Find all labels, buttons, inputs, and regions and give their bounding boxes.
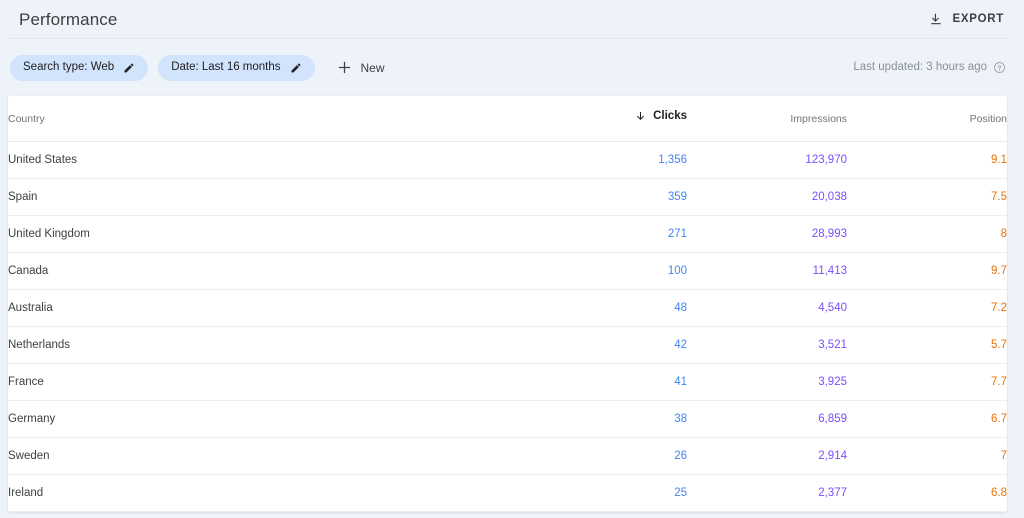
filter-chip-search-type[interactable]: Search type: Web bbox=[10, 55, 148, 81]
cell-impressions: 28,993 bbox=[687, 215, 847, 252]
add-new-filter-button[interactable]: New bbox=[331, 56, 391, 79]
cell-country[interactable]: Spain bbox=[8, 178, 508, 215]
cell-country[interactable]: Ireland bbox=[8, 474, 508, 511]
cell-impressions: 6,859 bbox=[687, 400, 847, 437]
export-button[interactable]: EXPORT bbox=[927, 8, 1007, 30]
cell-country[interactable]: Netherlands bbox=[8, 326, 508, 363]
help-circle-icon[interactable] bbox=[993, 61, 1006, 74]
cell-country[interactable]: France bbox=[8, 363, 508, 400]
filter-chip-group: Search type: Web Date: Last 16 months bbox=[10, 55, 315, 81]
cell-clicks: 100 bbox=[508, 252, 687, 289]
cell-clicks: 42 bbox=[508, 326, 687, 363]
cell-clicks: 38 bbox=[508, 400, 687, 437]
cell-position: 7.7 bbox=[847, 363, 1007, 400]
cell-impressions: 3,925 bbox=[687, 363, 847, 400]
page-header: Performance EXPORT bbox=[0, 0, 1024, 38]
cell-clicks: 1,356 bbox=[508, 141, 687, 178]
column-header-impressions[interactable]: Impressions bbox=[687, 96, 847, 141]
add-new-filter-label: New bbox=[361, 62, 385, 74]
cell-position: 5.7 bbox=[847, 326, 1007, 363]
cell-clicks: 359 bbox=[508, 178, 687, 215]
table-header: Country Clicks Impressions bbox=[8, 96, 1007, 141]
column-header-position-label: Position bbox=[970, 113, 1007, 125]
cell-clicks: 25 bbox=[508, 474, 687, 511]
cell-clicks: 41 bbox=[508, 363, 687, 400]
performance-table-card: Country Clicks Impressions bbox=[8, 96, 1007, 512]
cell-position: 9.7 bbox=[847, 252, 1007, 289]
column-header-clicks-label: Clicks bbox=[653, 110, 687, 122]
table-header-row: Country Clicks Impressions bbox=[8, 96, 1007, 141]
table-row[interactable]: Germany386,8596.7 bbox=[8, 400, 1007, 437]
table-row[interactable]: Netherlands423,5215.7 bbox=[8, 326, 1007, 363]
download-icon bbox=[929, 12, 943, 26]
cell-impressions: 4,540 bbox=[687, 289, 847, 326]
table-row[interactable]: Ireland252,3776.8 bbox=[8, 474, 1007, 511]
cell-country[interactable]: Australia bbox=[8, 289, 508, 326]
cell-impressions: 3,521 bbox=[687, 326, 847, 363]
column-header-position[interactable]: Position bbox=[847, 96, 1007, 141]
cell-position: 6.7 bbox=[847, 400, 1007, 437]
cell-country[interactable]: United States bbox=[8, 141, 508, 178]
filter-chip-date-label: Date: Last 16 months bbox=[171, 62, 280, 74]
cell-position: 9.1 bbox=[847, 141, 1007, 178]
table-row[interactable]: Spain35920,0387.5 bbox=[8, 178, 1007, 215]
cell-position: 8 bbox=[847, 215, 1007, 252]
filter-chip-date[interactable]: Date: Last 16 months bbox=[158, 55, 314, 81]
arrow-down-icon bbox=[635, 110, 647, 122]
cell-position: 7.5 bbox=[847, 178, 1007, 215]
table-body: United States1,356123,9709.1Spain35920,0… bbox=[8, 141, 1007, 511]
cell-impressions: 2,377 bbox=[687, 474, 847, 511]
cell-impressions: 20,038 bbox=[687, 178, 847, 215]
cell-country[interactable]: Canada bbox=[8, 252, 508, 289]
page-title: Performance bbox=[19, 11, 117, 28]
table-row[interactable]: United Kingdom27128,9938 bbox=[8, 215, 1007, 252]
cell-impressions: 123,970 bbox=[687, 141, 847, 178]
cell-clicks: 26 bbox=[508, 437, 687, 474]
table-row[interactable]: Sweden262,9147 bbox=[8, 437, 1007, 474]
column-header-clicks[interactable]: Clicks bbox=[508, 96, 687, 141]
plus-icon bbox=[337, 60, 352, 75]
column-header-country[interactable]: Country bbox=[8, 96, 508, 141]
cell-position: 6.8 bbox=[847, 474, 1007, 511]
pencil-icon[interactable] bbox=[290, 62, 302, 74]
export-label: EXPORT bbox=[953, 13, 1005, 25]
last-updated-text: Last updated: 3 hours ago bbox=[853, 62, 987, 74]
cell-impressions: 11,413 bbox=[687, 252, 847, 289]
table-row[interactable]: Australia484,5407.2 bbox=[8, 289, 1007, 326]
cell-clicks: 271 bbox=[508, 215, 687, 252]
cell-impressions: 2,914 bbox=[687, 437, 847, 474]
table-row[interactable]: Canada10011,4139.7 bbox=[8, 252, 1007, 289]
filter-chip-search-type-label: Search type: Web bbox=[23, 62, 114, 74]
table-row[interactable]: United States1,356123,9709.1 bbox=[8, 141, 1007, 178]
cell-country[interactable]: United Kingdom bbox=[8, 215, 508, 252]
filter-bar: Search type: Web Date: Last 16 months N bbox=[0, 39, 1024, 96]
table-row[interactable]: France413,9257.7 bbox=[8, 363, 1007, 400]
cell-position: 7.2 bbox=[847, 289, 1007, 326]
pencil-icon[interactable] bbox=[123, 62, 135, 74]
cell-country[interactable]: Germany bbox=[8, 400, 508, 437]
column-header-impressions-label: Impressions bbox=[790, 113, 847, 125]
last-updated: Last updated: 3 hours ago bbox=[853, 61, 1006, 74]
performance-table: Country Clicks Impressions bbox=[8, 96, 1007, 512]
cell-clicks: 48 bbox=[508, 289, 687, 326]
column-header-country-label: Country bbox=[8, 113, 45, 125]
cell-country[interactable]: Sweden bbox=[8, 437, 508, 474]
cell-position: 7 bbox=[847, 437, 1007, 474]
